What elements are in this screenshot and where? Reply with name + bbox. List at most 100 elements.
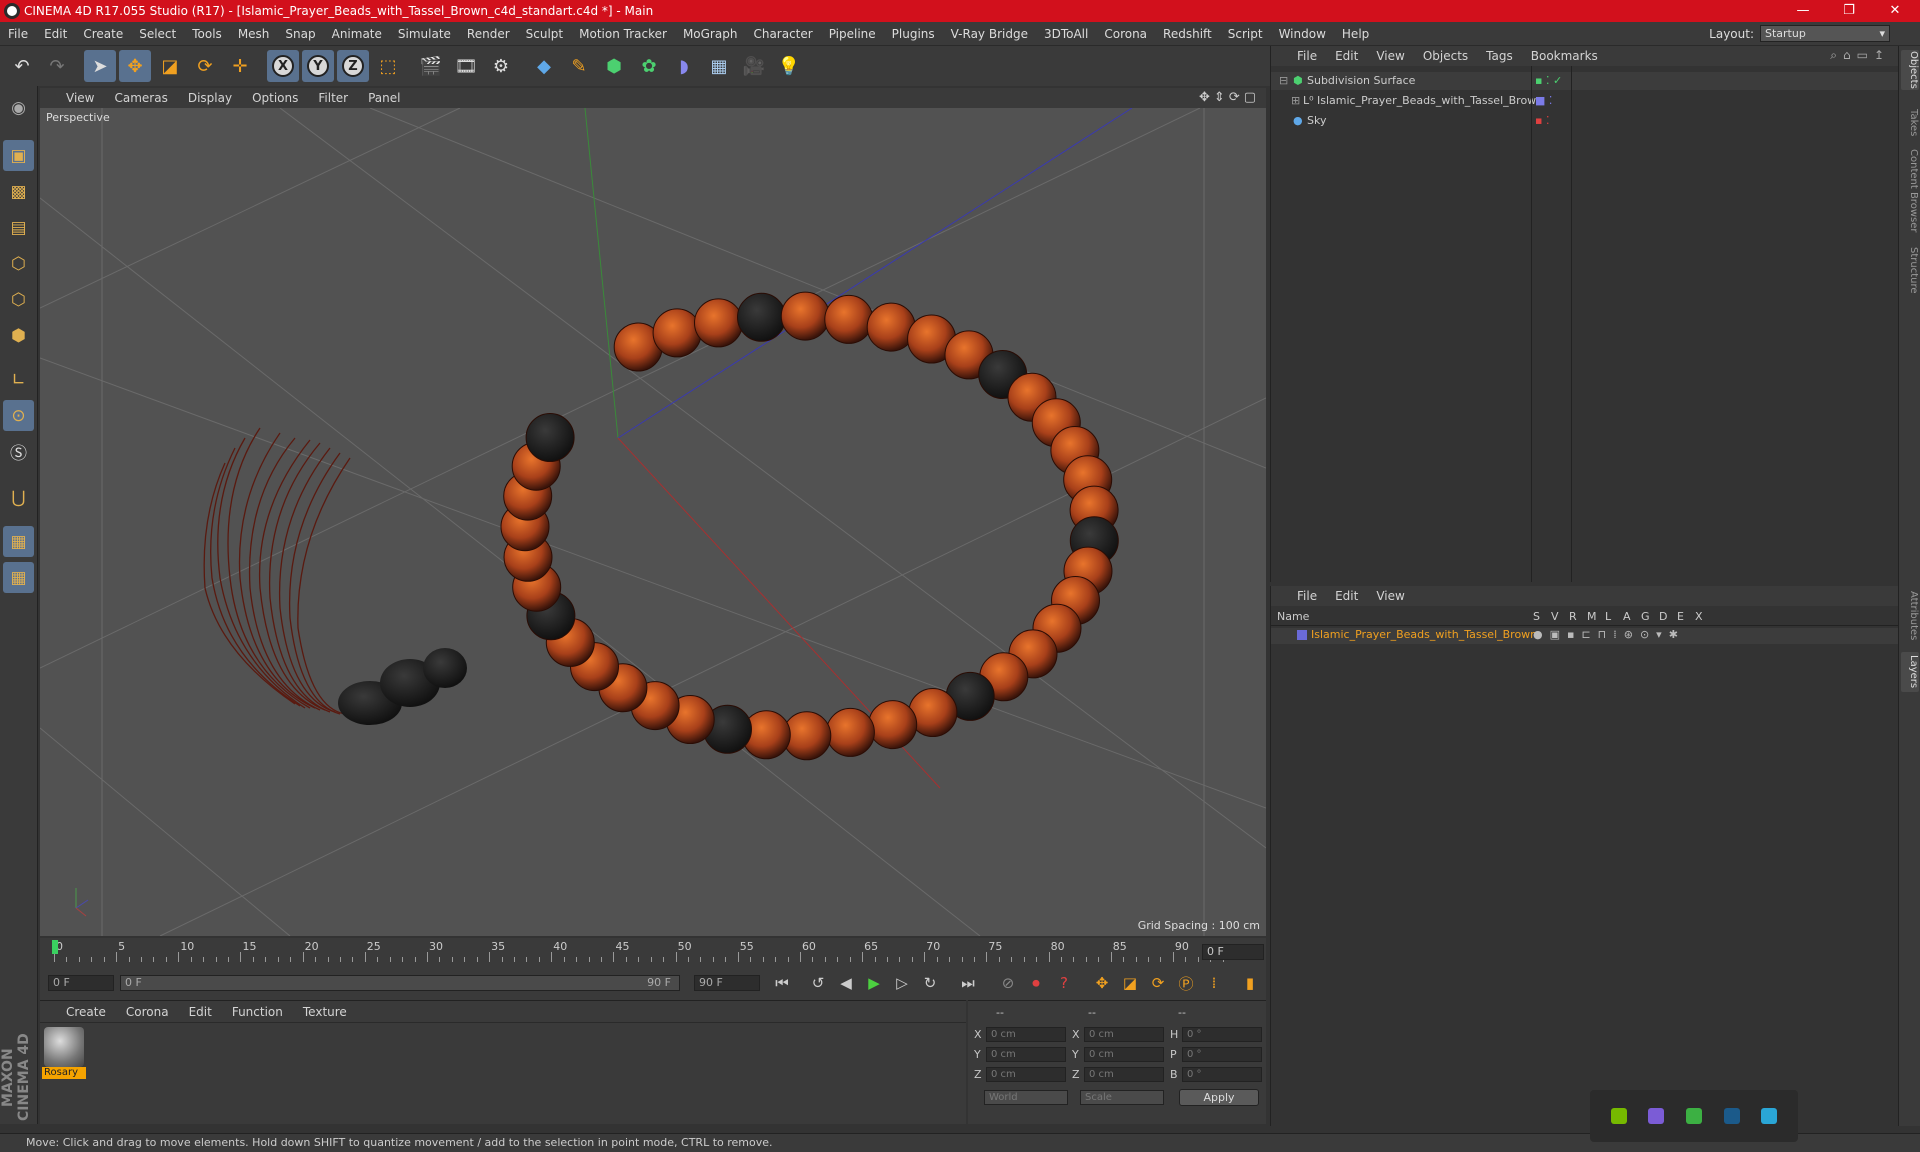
tab-content-browser[interactable]: Content Browser [1901,146,1919,236]
collapse-icon[interactable]: ⊟ [1279,72,1288,90]
menu-tools[interactable]: Tools [184,27,230,41]
menu-file[interactable]: File [0,27,36,41]
steam-icon[interactable] [1723,1108,1740,1124]
previous-frame-icon[interactable]: ◀ [834,971,858,995]
menu-simulate[interactable]: Simulate [390,27,459,41]
current-frame-field[interactable]: 0 F [1202,944,1264,960]
render-view-icon[interactable]: 🎬 [415,50,447,82]
texture-mode-icon[interactable]: ▩ [3,176,34,207]
key-rotation-icon[interactable]: ⟳ [1146,971,1170,995]
position-x-field[interactable]: 0 cm [986,1027,1066,1042]
model-mode-icon[interactable]: ▣ [3,140,34,171]
next-frame-icon[interactable]: ▷ [890,971,914,995]
key-parameter-icon[interactable]: Ⓟ [1174,971,1198,995]
viewport-menu-display[interactable]: Display [188,91,232,105]
menu-window[interactable]: Window [1271,27,1334,41]
playhead[interactable] [52,940,58,954]
menu-select[interactable]: Select [131,27,184,41]
minimize-icon[interactable]: — [1780,0,1826,22]
size-y-field[interactable]: 0 cm [1084,1047,1164,1062]
key-scale-icon[interactable]: ◪ [1118,971,1142,995]
rotate-tool-icon[interactable]: ⟳ [189,50,221,82]
layer-color-icon[interactable]: ■ ⁚ [1535,92,1552,110]
snap-icon[interactable]: Ⓢ [3,436,34,467]
rotation-p-field[interactable]: 0 ° [1182,1047,1262,1062]
security-icon[interactable] [1685,1108,1702,1124]
nvidia-icon[interactable] [1610,1108,1627,1124]
y-axis-lock-icon[interactable]: Y [302,50,334,82]
previous-key-icon[interactable]: ↺ [806,971,830,995]
menu-corona[interactable]: Corona [1096,27,1155,41]
material-menu-function[interactable]: Function [232,1005,283,1019]
layers-menu-file[interactable]: File [1297,589,1317,603]
spline-pen-icon[interactable]: ✎ [563,50,595,82]
edges-mode-icon[interactable]: ⬡ [3,284,34,315]
planar-workplane-icon[interactable]: ▦ [3,562,34,593]
menu-render[interactable]: Render [459,27,518,41]
coordinate-system-icon[interactable]: ⬚ [372,50,404,82]
viewport-navigation-icons[interactable]: ✥⇕⟳▢ [1199,90,1260,105]
go-to-start-icon[interactable]: ⏮ [770,971,794,995]
menu-sculpt[interactable]: Sculpt [518,27,571,41]
position-z-field[interactable]: 0 cm [986,1067,1066,1082]
end-frame-field[interactable]: 90 F [694,975,760,991]
scale-tool-icon[interactable]: ◪ [154,50,186,82]
render-settings-icon[interactable]: ⚙ [485,50,517,82]
z-axis-lock-icon[interactable]: Z [337,50,369,82]
record-keys-icon[interactable]: ⊘ [996,971,1020,995]
size-x-field[interactable]: 0 cm [1084,1027,1164,1042]
material-menu-create[interactable]: Create [66,1005,106,1019]
tab-objects[interactable]: Objects [1901,50,1919,90]
menu-mesh[interactable]: Mesh [230,27,278,41]
perspective-viewport[interactable]: View Cameras Display Options Filter Pane… [40,88,1266,936]
keyframe-selection-icon[interactable]: ? [1052,971,1076,995]
object-row-subdivision[interactable]: ⊟ ⬢ Subdivision Surface ▪ ⁚ ✓ [1271,72,1899,90]
apply-button[interactable]: Apply [1179,1089,1259,1106]
viewport-menu-cameras[interactable]: Cameras [114,91,167,105]
frame-range-slider[interactable]: 0 F 90 F [120,975,680,991]
go-to-end-icon[interactable]: ⏭ [956,971,980,995]
position-y-field[interactable]: 0 cm [986,1047,1066,1062]
layer-row[interactable]: Islamic_Prayer_Beads_with_Tassel_Brown ●… [1271,628,1899,644]
menu-animate[interactable]: Animate [324,27,390,41]
objects-menu-tags[interactable]: Tags [1486,49,1513,63]
object-search-icon[interactable]: ⌕⌂▭↥ [1830,48,1890,63]
layout-dropdown[interactable]: Startup [1760,25,1890,42]
tab-takes[interactable]: Takes [1901,106,1919,140]
key-pla-icon[interactable]: ⁞ [1202,971,1226,995]
light-icon[interactable]: 💡 [773,50,805,82]
timeline-window-icon[interactable]: ▮ [1238,971,1262,995]
objects-menu-bookmarks[interactable]: Bookmarks [1531,49,1598,63]
polygons-mode-icon[interactable]: ⬢ [3,320,34,351]
start-frame-field[interactable]: 0 F [48,975,114,991]
cube-primitive-icon[interactable]: ◆ [528,50,560,82]
objects-menu-objects[interactable]: Objects [1423,49,1468,63]
app-tray-icon[interactable] [1648,1108,1665,1124]
menu-script[interactable]: Script [1220,27,1271,41]
next-key-icon[interactable]: ↻ [918,971,942,995]
coordinate-mode-dropdown[interactable]: World [984,1090,1068,1105]
menu-character[interactable]: Character [745,27,820,41]
objects-menu-edit[interactable]: Edit [1335,49,1358,63]
auto-keying-icon[interactable]: ⏺ [1024,971,1048,995]
viewport-menu-options[interactable]: Options [252,91,298,105]
material-menu-texture[interactable]: Texture [303,1005,347,1019]
frame-ruler[interactable]: 0 5 10 15 20 25 30 35 40 45 50 55 60 65 70 75 80 85 90 [48,938,1224,966]
points-mode-icon[interactable]: ⬡ [3,248,34,279]
tab-attributes[interactable]: Attributes [1901,586,1919,646]
objects-menu-view[interactable]: View [1376,49,1404,63]
material-thumbnail[interactable]: Rosary [42,1027,86,1081]
layer-color-swatch[interactable] [1297,630,1307,640]
play-icon[interactable]: ▶ [862,971,886,995]
viewport-menu-filter[interactable]: Filter [318,91,348,105]
axis-mode-icon[interactable]: ∟ [3,364,34,395]
camera-icon[interactable]: 🎥 [738,50,770,82]
undo-icon[interactable]: ↶ [6,50,38,82]
layer-toggle-icons[interactable]: ●▣▪⊏⊓⁞⊛⊙▾✱ [1533,628,1685,641]
menu-pipeline[interactable]: Pipeline [821,27,884,41]
expand-icon[interactable]: ⊞ [1291,92,1300,110]
x-axis-lock-icon[interactable]: X [267,50,299,82]
object-row-beads[interactable]: ⊞ L⁰ Islamic_Prayer_Beads_with_Tassel_Br… [1271,92,1899,110]
tweak-mode-icon[interactable]: ⊙ [3,400,34,431]
menu-redshift[interactable]: Redshift [1155,27,1220,41]
